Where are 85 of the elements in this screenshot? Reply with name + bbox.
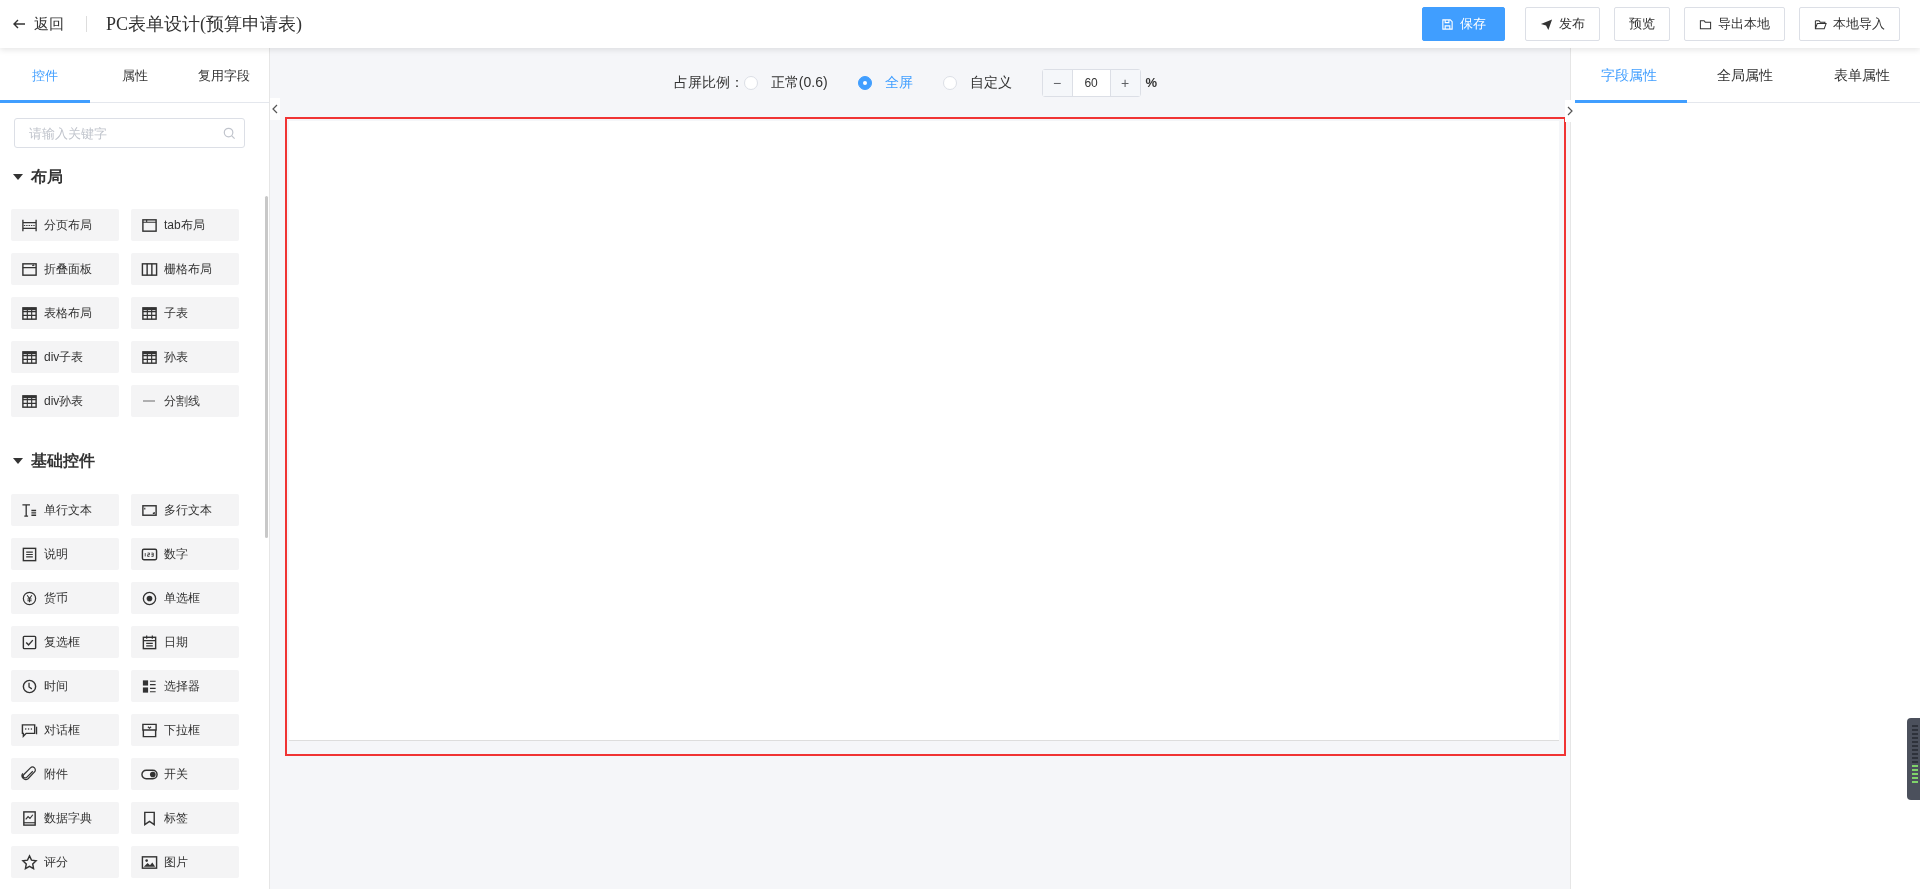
arrow-left-icon	[12, 17, 26, 31]
chart-book-icon	[21, 809, 38, 827]
expand-handle[interactable]	[1565, 100, 1575, 122]
table-icon	[21, 348, 38, 366]
star-icon	[21, 853, 38, 871]
horizontal-line-icon	[143, 400, 155, 402]
control-item[interactable]: 数据字典	[11, 802, 119, 834]
control-item[interactable]: 分页布局	[11, 209, 119, 241]
control-item[interactable]: 评分	[11, 846, 119, 878]
preview-button[interactable]: 预览	[1614, 7, 1670, 41]
columns-icon	[141, 260, 158, 278]
control-item[interactable]: tab布局	[131, 209, 239, 241]
control-item[interactable]: 对话框	[11, 714, 119, 746]
control-item[interactable]: 选择器	[131, 670, 239, 702]
image-icon	[141, 853, 158, 871]
decrement-button[interactable]: −	[1042, 69, 1072, 96]
scale-option[interactable]: 正常(0.6)	[743, 73, 828, 92]
table-icon	[141, 348, 158, 366]
control-item[interactable]: div子表	[11, 341, 119, 373]
import-button[interactable]: 本地导入	[1799, 7, 1900, 41]
calendar-icon	[141, 633, 158, 651]
control-item[interactable]: 附件	[11, 758, 119, 790]
panel-tab[interactable]: 属性	[89, 48, 180, 103]
control-item[interactable]: 图片	[131, 846, 239, 878]
control-item[interactable]: 下拉框	[131, 714, 239, 746]
control-item[interactable]: 单选框	[131, 582, 239, 614]
control-item[interactable]: div孙表	[11, 385, 119, 417]
publish-button[interactable]: 发布	[1525, 7, 1600, 41]
panel-tab[interactable]: 全局属性	[1687, 48, 1804, 103]
folder-icon	[1699, 17, 1712, 31]
search-field[interactable]: 请输入关键字	[14, 118, 245, 148]
control-item[interactable]: 日期	[131, 626, 239, 658]
control-item[interactable]: 时间	[11, 670, 119, 702]
control-item[interactable]: 数字	[131, 538, 239, 570]
paper-plane-icon	[1540, 17, 1553, 31]
group-title: 基础控件	[31, 450, 95, 471]
text-icon	[21, 501, 38, 519]
control-item[interactable]: 复选框	[11, 626, 119, 658]
control-item[interactable]: 货币	[11, 582, 119, 614]
panel-tab[interactable]: 复用字段	[179, 48, 269, 103]
chevron-right-icon	[1567, 106, 1573, 116]
search-icon	[223, 127, 236, 140]
panel-tab[interactable]: 表单属性	[1803, 48, 1920, 103]
list-icon	[141, 677, 158, 695]
control-item[interactable]: 多行文本	[131, 494, 239, 526]
window-icon	[141, 216, 158, 234]
control-item[interactable]: 折叠面板	[11, 253, 119, 285]
control-item[interactable]: 孙表	[131, 341, 239, 373]
paperclip-icon	[21, 765, 38, 783]
scale-label: 占屏比例：	[673, 73, 744, 92]
radio-icon	[141, 589, 158, 607]
bookmark-icon	[141, 809, 158, 827]
number-field[interactable]: 60	[1071, 69, 1111, 96]
folder-open-icon	[1814, 17, 1827, 31]
document-icon	[21, 545, 38, 563]
chevron-left-icon	[272, 104, 278, 114]
clock-icon	[21, 677, 38, 695]
back-link[interactable]: 返回	[12, 14, 64, 34]
control-item[interactable]: 表格布局	[11, 297, 119, 329]
yen-icon	[21, 589, 38, 607]
caret-icon[interactable]	[13, 458, 23, 464]
collapse-handle[interactable]	[270, 98, 280, 120]
group-title: 布局	[31, 166, 63, 187]
control-item[interactable]: 单行文本	[11, 494, 119, 526]
caret-icon[interactable]	[13, 174, 23, 180]
increment-button[interactable]: +	[1110, 69, 1140, 96]
percent-label: %	[1145, 75, 1158, 90]
control-item[interactable]: 说明	[11, 538, 119, 570]
control-item[interactable]: 开关	[131, 758, 239, 790]
checkbox-icon	[21, 633, 38, 651]
table-icon	[141, 304, 158, 322]
radio-button[interactable]	[857, 75, 872, 90]
panel-icon	[21, 260, 38, 278]
page-title: PC表单设计(预算申请表)	[106, 13, 302, 36]
export-button[interactable]: 导出本地	[1684, 7, 1785, 41]
control-item[interactable]: 子表	[131, 297, 239, 329]
level-meter-icon[interactable]	[1907, 718, 1920, 800]
table-icon	[21, 304, 38, 322]
chat-bubble-icon	[21, 721, 38, 739]
dropdown-icon	[141, 721, 158, 739]
scale-option[interactable]: 自定义	[942, 73, 1012, 92]
control-item[interactable]: 分割线	[131, 385, 239, 417]
control-item[interactable]: 标签	[131, 802, 239, 834]
control-item[interactable]: 栅格布局	[131, 253, 239, 285]
table-icon	[21, 392, 38, 410]
